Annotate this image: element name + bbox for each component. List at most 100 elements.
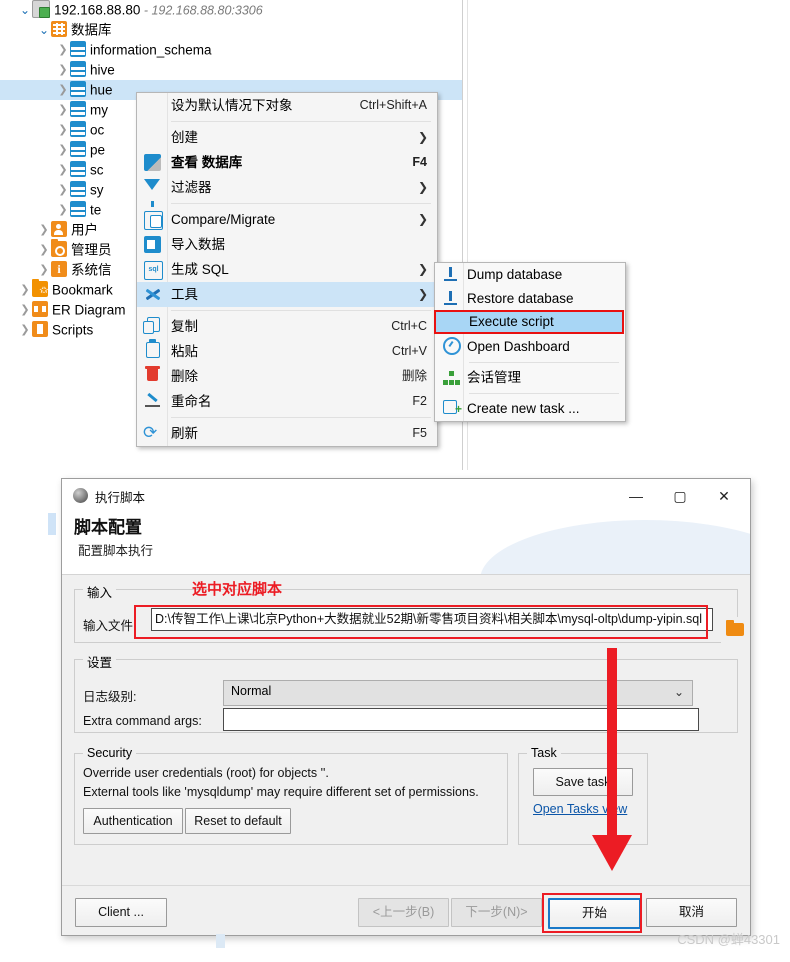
annotation-box-input-file: [134, 605, 708, 639]
execute-script-dialog: 执行脚本 — ▢ ✕ 脚本配置 配置脚本执行 输入 输入文件: D:\传智工作\…: [61, 478, 751, 936]
log-level-label: 日志级别:: [83, 690, 137, 704]
new-task-icon: [443, 397, 462, 421]
tree-item-my[interactable]: ❯ my: [56, 100, 108, 120]
menu-item-label: 工具: [171, 287, 198, 302]
chevron-down-icon: ⌄: [673, 685, 684, 699]
menu-item-删除[interactable]: 删除 删除: [137, 364, 437, 389]
chevron-right-icon[interactable]: ❯: [56, 180, 70, 200]
database-icon: [70, 161, 86, 178]
chevron-right-icon[interactable]: ❯: [56, 60, 70, 80]
tree-item-label: te: [90, 202, 102, 218]
chevron-right-icon[interactable]: ❯: [56, 200, 70, 220]
tree-item-bookmark[interactable]: ❯ Bookmark: [18, 279, 113, 300]
menu-item-label: 粘贴: [171, 344, 198, 359]
menu-separator: [171, 203, 431, 204]
tree-item-information-schema[interactable]: ❯ information_schema: [56, 40, 212, 60]
maximize-button[interactable]: ▢: [658, 479, 702, 512]
tree-item-192-168-88-80[interactable]: ⌄ 192.168.88.80 - 192.168.88.80:3306: [18, 0, 263, 20]
tree-item-oc[interactable]: ❯ oc: [56, 120, 104, 140]
chevron-right-icon[interactable]: ❯: [56, 120, 70, 140]
menu-item-查看-数据库[interactable]: 查看 数据库 F4: [137, 150, 437, 175]
execute-script-highlight-box[interactable]: Execute script: [434, 310, 624, 334]
menu-item-过滤器[interactable]: 过滤器 ❯: [137, 175, 437, 207]
task-group: Task Save task Open Tasks view: [518, 746, 648, 845]
log-level-value: Normal: [231, 684, 272, 698]
left-scroll-indicator[interactable]: [48, 513, 56, 535]
bottom-scroll-indicator[interactable]: [216, 934, 225, 948]
menu-item-刷新[interactable]: 刷新 F5: [137, 420, 437, 446]
context-menu-items[interactable]: 设为默认情况下对象 Ctrl+Shift+A 创建 ❯ 查看 数据库 F4 过滤器 ❯ Comp…: [137, 93, 437, 446]
tools-submenu[interactable]: Dump database Restore database Open Dashbo…: [434, 262, 626, 422]
chevron-right-icon[interactable]: ❯: [56, 140, 70, 160]
chevron-right-icon: ❯: [417, 262, 428, 276]
submenu-item-Dump-database[interactable]: Dump database: [435, 263, 625, 287]
chevron-right-icon: ❯: [417, 212, 428, 226]
menu-item-重命名[interactable]: 重命名 F2: [137, 389, 437, 414]
tree-item-er-diagram[interactable]: ❯ ER Diagram: [18, 300, 126, 320]
menu-item-label: Compare/Migrate: [171, 212, 276, 227]
menu-item-设为默认情况下对象[interactable]: 设为默认情况下对象 Ctrl+Shift+A: [137, 93, 437, 118]
submenu-item-会话管理[interactable]: 会话管理: [435, 366, 625, 390]
tree-item--[interactable]: ❯ 系统信: [37, 259, 111, 280]
menu-separator: [171, 121, 431, 122]
tree-item-label: Bookmark: [52, 282, 113, 298]
menu-item-Compare-Migrate[interactable]: Compare/Migrate ❯: [137, 207, 437, 232]
database-icon: [70, 141, 86, 158]
tree-item-sy[interactable]: ❯ sy: [56, 180, 104, 200]
chevron-right-icon[interactable]: ❯: [56, 100, 70, 120]
tree-item-label: Scripts: [52, 322, 94, 338]
menu-item-粘贴[interactable]: 粘贴 Ctrl+V: [137, 339, 437, 364]
submenu-item-Restore-database[interactable]: Restore database: [435, 287, 625, 311]
extra-args-field[interactable]: [223, 708, 699, 731]
authentication-button[interactable]: Authentication: [83, 808, 183, 834]
tree-item-label: hive: [90, 62, 115, 78]
chevron-right-icon[interactable]: ❯: [18, 300, 32, 320]
chevron-down-icon[interactable]: ⌄: [18, 0, 32, 20]
chevron-right-icon[interactable]: ❯: [37, 260, 51, 280]
submenu-items[interactable]: Dump database Restore database Open Dashbo…: [435, 263, 625, 421]
chevron-right-icon[interactable]: ❯: [18, 320, 32, 340]
submenu-item-Create-new-task-[interactable]: Create new task ...: [435, 397, 625, 421]
tree-item-label: oc: [90, 122, 105, 138]
tree-item-hive[interactable]: ❯ hive: [56, 60, 115, 80]
save-task-button[interactable]: Save task: [533, 768, 633, 796]
tree-item-sc[interactable]: ❯ sc: [56, 160, 104, 180]
menu-item-导入数据[interactable]: 导入数据: [137, 232, 437, 257]
context-menu[interactable]: 设为默认情况下对象 Ctrl+Shift+A 创建 ❯ 查看 数据库 F4 过滤器 ❯ Comp…: [136, 92, 438, 447]
chevron-right-icon[interactable]: ❯: [37, 240, 51, 260]
menu-item-工具[interactable]: 工具 ❯: [137, 282, 437, 307]
menu-item-创建[interactable]: 创建 ❯: [137, 125, 437, 150]
watermark-text: CSDN @蝉43301: [677, 932, 780, 947]
chevron-down-icon[interactable]: ⌄: [37, 20, 51, 40]
chevron-right-icon: ❯: [417, 130, 428, 144]
browse-folder-button[interactable]: [721, 617, 749, 643]
chevron-right-icon[interactable]: ❯: [56, 40, 70, 60]
minimize-icon: —: [629, 488, 643, 504]
menu-item-生成-SQL[interactable]: 生成 SQL ❯: [137, 257, 437, 282]
cancel-button[interactable]: 取消: [646, 898, 737, 927]
submenu-item-Open-Dashboard[interactable]: Open Dashboard: [435, 335, 625, 359]
rename-icon: [144, 393, 161, 410]
log-level-select[interactable]: Normal ⌄: [223, 680, 693, 706]
tree-item-te[interactable]: ❯ te: [56, 200, 101, 220]
tree-item--[interactable]: ❯ 用户: [37, 220, 98, 240]
menu-item-shortcut: Ctrl+C: [391, 319, 427, 333]
maximize-icon: ▢: [673, 488, 687, 504]
reset-to-default-button[interactable]: Reset to default: [185, 808, 291, 834]
user-icon: [51, 221, 67, 238]
tree-item--[interactable]: ❯ 管理员: [37, 239, 112, 260]
close-button[interactable]: ✕: [702, 479, 746, 512]
minimize-button[interactable]: —: [614, 479, 658, 512]
tree-item--[interactable]: ⌄ 数据库: [37, 20, 112, 40]
chevron-right-icon[interactable]: ❯: [37, 220, 51, 240]
client-button[interactable]: Client ...: [75, 898, 167, 927]
compare-icon: [144, 211, 163, 230]
chevron-right-icon[interactable]: ❯: [56, 80, 70, 100]
tree-item-scripts[interactable]: ❯ Scripts: [18, 320, 93, 340]
tree-item-pe[interactable]: ❯ pe: [56, 140, 105, 160]
annotation-arrow-head: [592, 835, 632, 871]
chevron-right-icon[interactable]: ❯: [18, 280, 32, 300]
menu-item-复制[interactable]: 复制 Ctrl+C: [137, 314, 437, 339]
chevron-right-icon[interactable]: ❯: [56, 160, 70, 180]
app-icon: [73, 488, 88, 503]
